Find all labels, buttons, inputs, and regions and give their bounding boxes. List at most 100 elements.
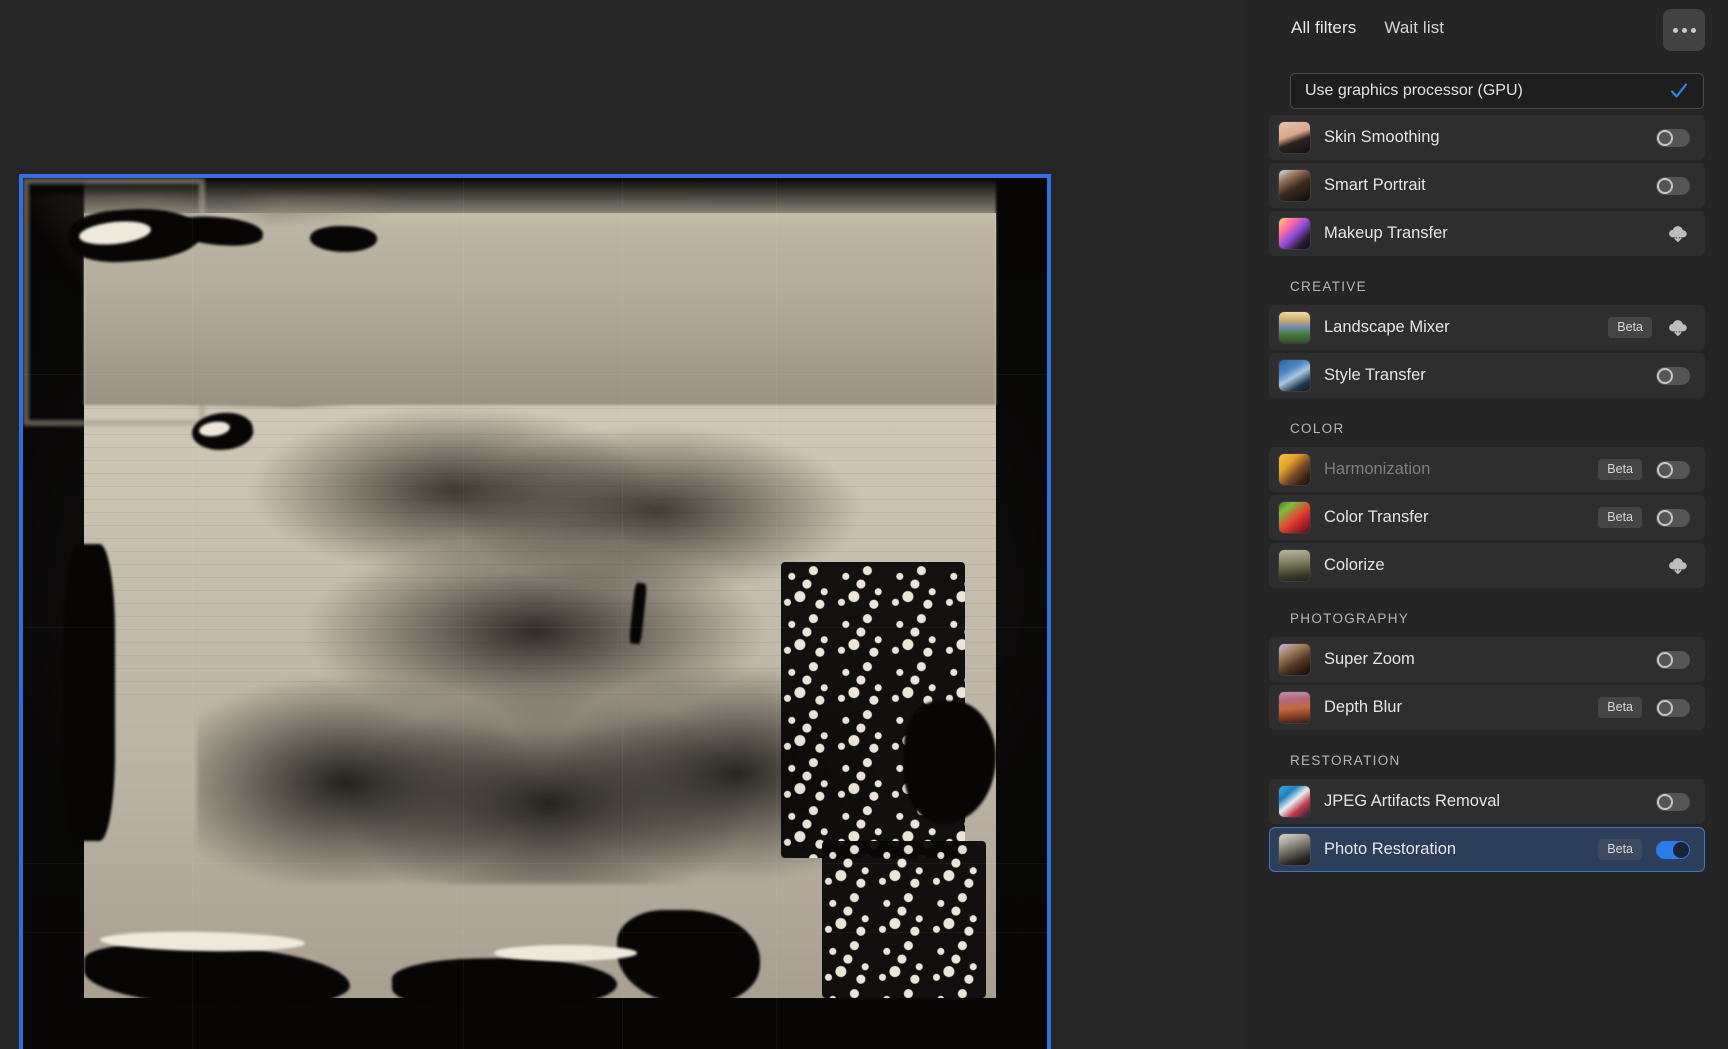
tile-seam-vertical (775, 178, 777, 1049)
super-zoom-thumb (1279, 644, 1310, 675)
tile-seam-vertical (622, 178, 624, 1049)
toggle-knob (1657, 793, 1673, 810)
section-header-creative: CREATIVE (1290, 279, 1367, 294)
cloud-download-icon[interactable] (1666, 224, 1690, 244)
toggle-skin-smoothing[interactable] (1656, 128, 1690, 147)
face (509, 440, 527, 462)
emulsion-loss (63, 544, 116, 841)
filter-row-harmonization[interactable]: Harmonization Beta (1269, 447, 1705, 492)
beta-badge: Beta (1598, 839, 1642, 860)
crackle-damage (821, 840, 986, 998)
toggle-jpeg-artifacts-removal[interactable] (1656, 792, 1690, 811)
face (740, 392, 757, 413)
filter-row-makeup-transfer[interactable]: Makeup Transfer (1269, 211, 1705, 256)
filter-name-skin-smoothing: Skin Smoothing (1324, 128, 1440, 146)
filter-row-colorize[interactable]: Colorize (1269, 543, 1705, 588)
section-header-color: COLOR (1290, 421, 1345, 436)
toggle-depth-blur[interactable] (1656, 698, 1690, 717)
neural-filters-panel: All filters Wait list Use graphics proce… (1246, 0, 1728, 1049)
face (366, 383, 383, 404)
beta-badge: Beta (1598, 459, 1642, 480)
filter-row-depth-blur[interactable]: Depth Blur Beta (1269, 685, 1705, 730)
filter-name-super-zoom: Super Zoom (1324, 650, 1415, 668)
face (356, 494, 374, 516)
face (374, 618, 393, 641)
face (315, 435, 333, 457)
toggle-knob (1657, 651, 1673, 668)
filter-row-smart-portrait[interactable]: Smart Portrait (1269, 163, 1705, 208)
cloud-download-icon[interactable] (1666, 556, 1690, 576)
filter-row-photo-restoration[interactable]: Photo Restoration Beta (1269, 827, 1705, 872)
smart-portrait-thumb (1279, 170, 1310, 201)
document-canvas[interactable] (19, 174, 1051, 1049)
toggle-super-zoom[interactable] (1656, 650, 1690, 669)
color-transfer-thumb (1279, 502, 1310, 533)
check-icon (1669, 81, 1689, 101)
canvas-area[interactable] (0, 0, 1246, 1049)
dot-icon (1681, 27, 1687, 33)
filter-name-landscape-mixer: Landscape Mixer (1324, 318, 1450, 336)
face (691, 492, 709, 514)
filter-name-colorize: Colorize (1324, 556, 1385, 574)
style-transfer-thumb (1279, 360, 1310, 391)
filter-name-photo-restoration: Photo Restoration (1324, 840, 1457, 858)
toggle-harmonization[interactable] (1656, 460, 1690, 479)
face (625, 387, 642, 408)
toggle-knob (1657, 461, 1673, 478)
beta-badge: Beta (1608, 317, 1652, 338)
face (717, 555, 736, 578)
section-header-photography: PHOTOGRAPHY (1290, 611, 1410, 626)
photoshop-neural-filters-window: All filters Wait list Use graphics proce… (0, 0, 1728, 1049)
filter-name-makeup-transfer: Makeup Transfer (1324, 224, 1448, 242)
cloud-download-icon[interactable] (1666, 318, 1690, 338)
beta-badge: Beta (1598, 697, 1642, 718)
face (397, 437, 415, 459)
filter-name-harmonization: Harmonization (1324, 460, 1431, 478)
tile-seam-horizontal (23, 627, 1047, 629)
use-gpu-menu-item[interactable]: Use graphics processor (GPU) (1290, 73, 1704, 109)
landscape-mixer-thumb (1279, 312, 1310, 343)
toggle-knob (1673, 841, 1689, 858)
more-options-button[interactable] (1663, 9, 1705, 51)
filter-row-color-transfer[interactable]: Color Transfer Beta (1269, 495, 1705, 540)
restored-photograph (23, 178, 1047, 1049)
filter-name-smart-portrait: Smart Portrait (1324, 176, 1426, 194)
filter-row-super-zoom[interactable]: Super Zoom (1269, 637, 1705, 682)
skin-smoothing-thumb (1279, 122, 1310, 153)
toggle-photo-restoration[interactable] (1656, 840, 1690, 859)
jpeg-artifacts-thumb (1279, 786, 1310, 817)
filter-row-jpeg-artifacts-removal[interactable]: JPEG Artifacts Removal (1269, 779, 1705, 824)
toggle-knob (1657, 699, 1673, 716)
filter-row-style-transfer[interactable]: Style Transfer (1269, 353, 1705, 398)
filter-name-style-transfer: Style Transfer (1324, 366, 1426, 384)
tab-all-filters[interactable]: All filters (1291, 18, 1356, 38)
beta-badge: Beta (1598, 507, 1642, 528)
filter-list[interactable]: Skin Smoothing Smart Portrait Makeup Trans… (1246, 112, 1728, 1049)
makeup-transfer-thumb (1279, 218, 1310, 249)
face (561, 562, 580, 585)
filter-name-color-transfer: Color Transfer (1324, 508, 1429, 526)
filter-name-jpeg-artifacts-removal: JPEG Artifacts Removal (1324, 792, 1501, 810)
face (658, 675, 678, 699)
face (594, 442, 612, 464)
filter-name-depth-blur: Depth Blur (1324, 698, 1402, 716)
emulsion-loss-highlight (494, 945, 638, 962)
dot-icon (1690, 27, 1696, 33)
toggle-color-transfer[interactable] (1656, 508, 1690, 527)
tab-wait-list[interactable]: Wait list (1384, 18, 1444, 38)
face (330, 677, 350, 701)
toggle-style-transfer[interactable] (1656, 366, 1690, 385)
face (463, 621, 482, 644)
face (507, 682, 527, 706)
toggle-smart-portrait[interactable] (1656, 176, 1690, 195)
face (494, 560, 513, 583)
use-gpu-label: Use graphics processor (GPU) (1305, 82, 1523, 99)
toggle-knob (1657, 509, 1673, 526)
photo-restoration-thumb (1279, 834, 1310, 865)
tile-seam-horizontal (23, 932, 1047, 934)
face (494, 335, 512, 357)
face (241, 553, 260, 576)
section-header-restoration: RESTORATION (1290, 753, 1401, 768)
filter-row-skin-smoothing[interactable]: Skin Smoothing (1269, 115, 1705, 160)
filter-row-landscape-mixer[interactable]: Landscape Mixer Beta (1269, 305, 1705, 350)
